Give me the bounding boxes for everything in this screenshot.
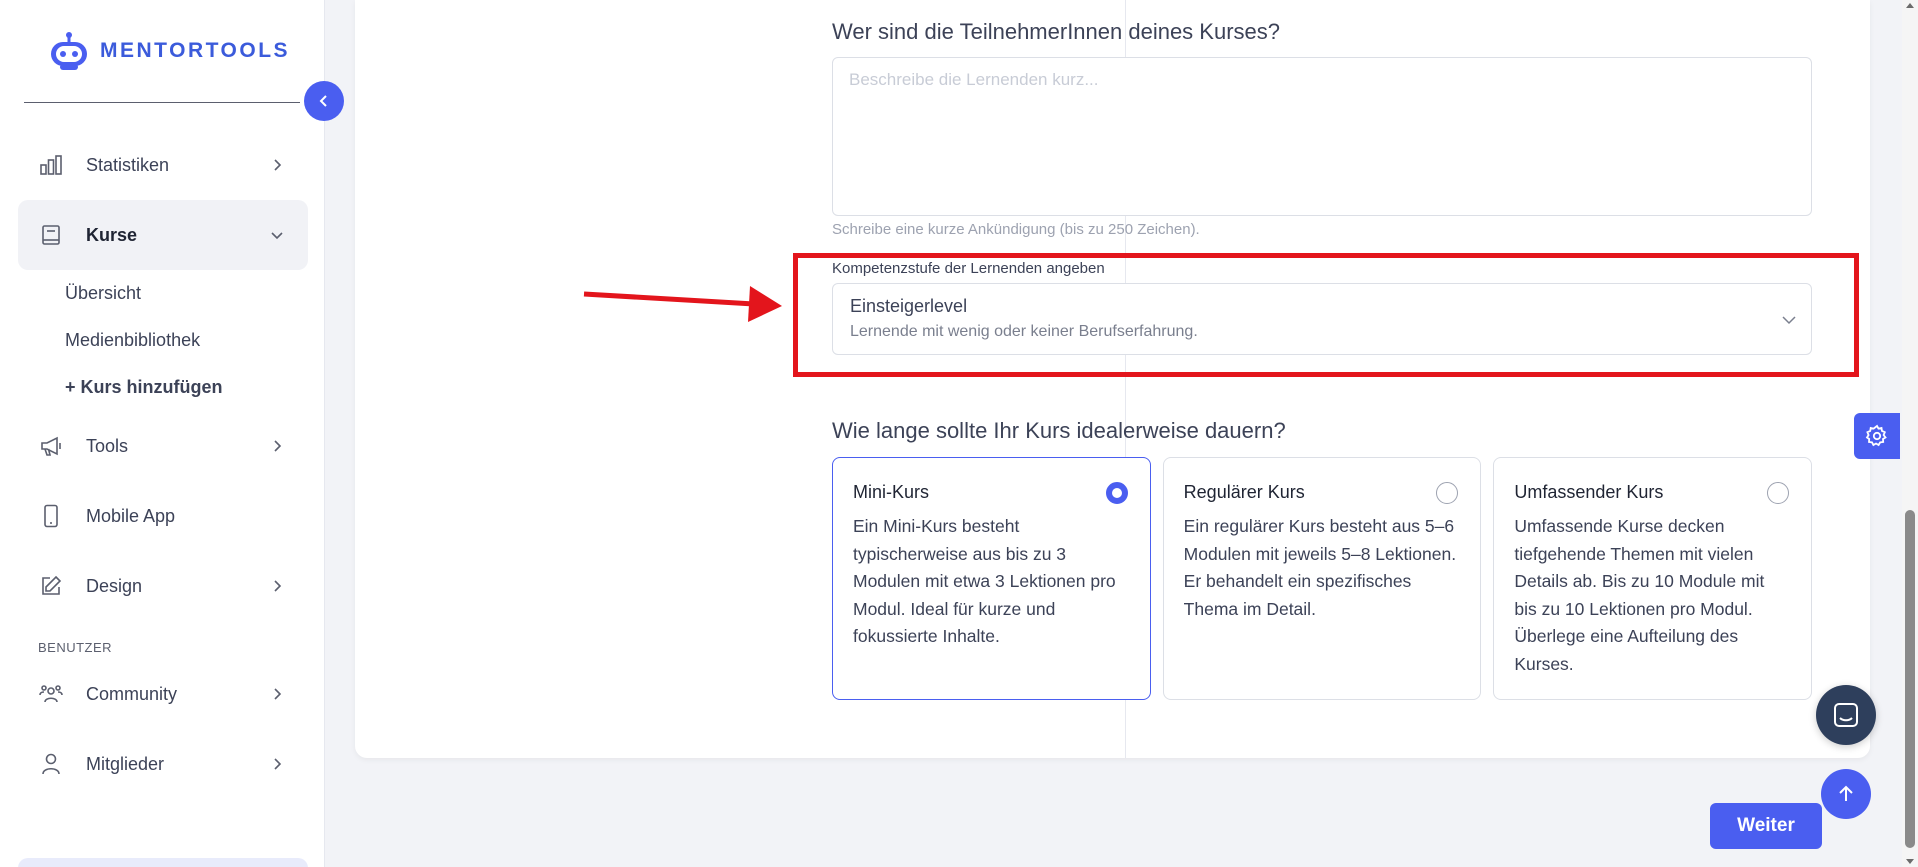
sidebar-item-label: Design	[86, 575, 143, 596]
sidebar-subitem-medienbibliothek[interactable]: Medienbibliothek	[18, 317, 308, 364]
sidebar-item-design[interactable]: Design	[18, 551, 308, 621]
radio-button-selected[interactable]	[1105, 482, 1128, 504]
option-title: Umfassender Kurs	[1514, 482, 1664, 502]
chevron-right-icon	[274, 758, 282, 770]
community-icon	[38, 681, 64, 707]
sidebar-item-tools[interactable]: Tools	[18, 411, 308, 481]
sidebar-collapse-button[interactable]	[304, 81, 344, 121]
sidebar-item-label: Mitglieder	[86, 753, 165, 774]
robot-logo-icon	[51, 32, 87, 70]
sidebar-item-label: Mobile App	[86, 505, 176, 526]
annotation-arrow-icon	[583, 286, 782, 322]
option-title: Regulärer Kurs	[1183, 482, 1305, 502]
duration-option-umfassender-kurs[interactable]: Umfassender Kurs Umfassende Kurse decken…	[1493, 457, 1813, 700]
bar-chart-icon	[38, 152, 64, 178]
sidebar-item-statistiken[interactable]: Statistiken	[18, 130, 308, 200]
next-button[interactable]: Weiter	[1710, 803, 1822, 849]
scroll-to-top-button[interactable]	[1821, 769, 1871, 819]
radio-button[interactable]	[1767, 482, 1790, 504]
sidebar-item-label: Community	[86, 683, 178, 704]
chevron-right-icon	[274, 580, 282, 592]
chevron-right-icon	[274, 440, 282, 452]
chevron-right-icon	[274, 159, 282, 171]
option-description: Ein Mini-Kurs besteht typischerweise aus…	[853, 516, 1116, 646]
chevron-down-icon	[1782, 316, 1796, 325]
brand-name: MENTORTOOLS	[100, 39, 291, 62]
duration-option-mini-kurs[interactable]: Mini-Kurs Ein Mini-Kurs besteht typische…	[832, 457, 1151, 700]
level-select-value: Einsteigerlevel	[850, 296, 968, 316]
sidebar: MENTORTOOLS Statistiken Kurse Übersicht …	[0, 0, 325, 867]
arrow-up-icon	[1839, 785, 1853, 801]
sidebar-subitem-uebersicht[interactable]: Übersicht	[18, 270, 308, 317]
sidebar-item-community[interactable]: Community	[18, 659, 308, 729]
duration-question: Wie lange sollte Ihr Kurs idealerweise d…	[832, 418, 1286, 443]
participants-question: Wer sind die TeilnehmerInnen deines Kurs…	[832, 19, 1281, 44]
duration-options: Mini-Kurs Ein Mini-Kurs besteht typische…	[832, 457, 1813, 700]
sidebar-item-label: Tools	[86, 435, 129, 456]
level-label: Kompetenzstufe der Lernenden angeben	[832, 260, 1105, 277]
option-title: Mini-Kurs	[853, 482, 930, 502]
sidebar-subitem-kurs-hinzufuegen[interactable]: + Kurs hinzufügen	[18, 364, 308, 411]
sidebar-item-mobile-app[interactable]: Mobile App	[18, 481, 308, 551]
chat-button[interactable]	[1816, 685, 1876, 745]
option-description: Umfassende Kurse decken tiefgehende Them…	[1514, 516, 1765, 674]
user-icon	[38, 751, 64, 777]
logo[interactable]: MENTORTOOLS	[48, 30, 290, 72]
chevron-left-icon	[319, 95, 327, 107]
section-label-benutzer: BENUTZER	[38, 640, 113, 655]
chevron-right-icon	[274, 688, 282, 700]
sidebar-item-label: Statistiken	[86, 154, 170, 175]
sidebar-item-mitglieder[interactable]: Mitglieder	[18, 729, 308, 799]
sidebar-nav: Statistiken Kurse Übersicht Medienbiblio…	[18, 130, 308, 799]
scrollbar[interactable]	[1902, 0, 1918, 867]
option-description: Ein regulärer Kurs besteht aus 5–6 Modul…	[1183, 516, 1457, 619]
scroll-down-arrow-icon[interactable]	[1906, 859, 1914, 864]
chat-icon	[1834, 703, 1858, 727]
smartphone-icon	[38, 503, 64, 529]
chevron-down-icon	[271, 232, 283, 240]
sidebar-item-kurse[interactable]: Kurse	[18, 200, 308, 270]
logo-divider	[24, 102, 300, 103]
sidebar-bottom-item[interactable]	[18, 858, 308, 867]
participants-textarea[interactable]	[832, 57, 1812, 216]
sidebar-item-label: Kurse	[86, 224, 138, 245]
scrollbar-thumb[interactable]	[1905, 510, 1915, 848]
settings-tab[interactable]	[1854, 413, 1900, 459]
level-select[interactable]: Einsteigerlevel Lernende mit wenig oder …	[832, 283, 1812, 355]
edit-icon	[38, 573, 64, 599]
level-select-description: Lernende mit wenig oder keiner Berufserf…	[850, 323, 1198, 340]
participants-hint: Schreibe eine kurze Ankündigung (bis zu …	[832, 221, 1200, 238]
book-icon	[38, 222, 64, 248]
duration-option-regulaerer-kurs[interactable]: Regulärer Kurs Ein regulärer Kurs besteh…	[1162, 457, 1482, 700]
scroll-up-arrow-icon[interactable]	[1906, 3, 1914, 8]
megaphone-icon	[38, 433, 64, 459]
gear-icon	[1865, 424, 1887, 447]
